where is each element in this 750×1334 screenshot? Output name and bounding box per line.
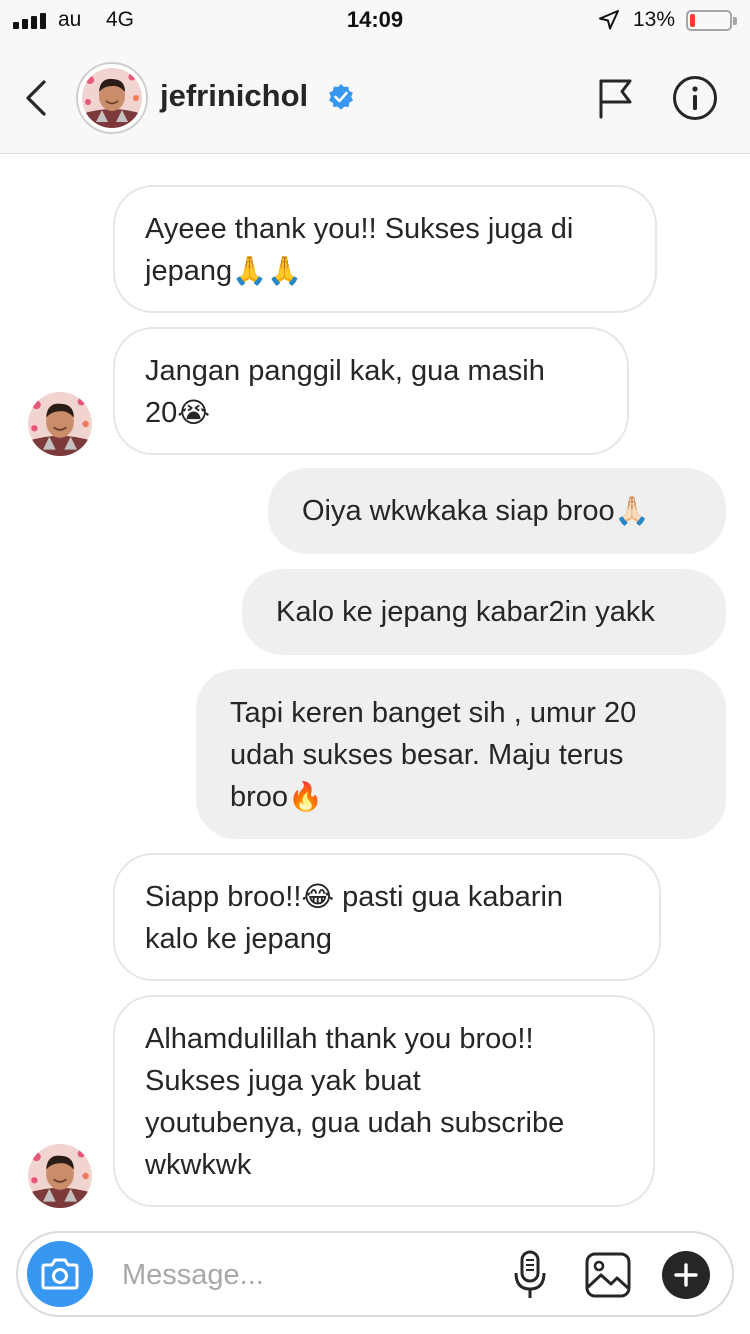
message-bubble[interactable]: Siapp broo!!😂 pasti gua kabarin kalo ke … (113, 853, 661, 981)
battery-percent: 13% (633, 8, 676, 31)
camera-button[interactable] (27, 1241, 93, 1307)
message-text: Jangan panggil kak, gua masih (145, 355, 545, 387)
chat-header: jefrinichol (0, 40, 750, 154)
message-bubble[interactable]: Ayeee thank you!! Sukses juga di jepang🙏… (113, 185, 657, 313)
message-bubble[interactable]: Alhamdulillah thank you broo!! Sukses ju… (113, 995, 655, 1207)
avatar-image (28, 1144, 92, 1208)
crying-emoji-icon: 😭 (177, 396, 210, 429)
message-text: Kalo ke jepang kabar2in yakk (276, 596, 655, 628)
message-bubble[interactable]: Jangan panggil kak, gua masih 20😭 (113, 327, 629, 455)
message-text: Ayeee thank you!! Sukses juga di (145, 213, 574, 245)
message-text: udah sukses besar. Maju terus (230, 739, 624, 771)
message-text: Tapi keren banget sih , umur 20 (230, 697, 637, 729)
chat-username[interactable]: jefrinichol (160, 78, 308, 114)
message-text: Siapp broo!! (145, 881, 302, 913)
message-text: Sukses juga yak buat (145, 1065, 421, 1097)
message-bubble[interactable]: Oiya wkwkaka siap broo🙏🏻 (268, 468, 726, 554)
message-text: kalo ke jepang (145, 923, 333, 955)
sender-avatar[interactable] (28, 392, 92, 456)
camera-icon (41, 1258, 79, 1290)
message-text: jepang (145, 255, 233, 287)
info-button[interactable] (672, 75, 718, 121)
message-text: pasti gua kabarin (334, 881, 564, 913)
microphone-button[interactable] (512, 1249, 548, 1301)
pray-emoji-icon: 🙏🏻 (614, 494, 650, 527)
sender-avatar[interactable] (28, 1144, 92, 1208)
battery-icon (686, 10, 737, 31)
header-avatar[interactable] (76, 62, 148, 134)
verified-badge-icon (329, 84, 353, 110)
add-button[interactable] (662, 1251, 710, 1299)
message-text: Alhamdulillah thank you broo!! (145, 1023, 534, 1055)
status-bar: au 4G 14:09 13% (0, 0, 750, 40)
laughing-emoji-icon: 😂 (301, 880, 335, 913)
avatar-image (82, 68, 142, 128)
plus-icon (674, 1263, 698, 1287)
message-text: youtubenya, gua udah subscribe (145, 1107, 565, 1139)
pray-emoji-icon: 🙏🙏 (232, 254, 302, 287)
battery-fill (690, 14, 695, 27)
message-text: 20 (145, 397, 178, 429)
flag-button[interactable] (596, 76, 636, 120)
message-text: Oiya wkwkaka siap broo (302, 495, 615, 527)
message-input[interactable] (122, 1255, 502, 1295)
message-bubble[interactable]: Tapi keren banget sih , umur 20 udah suk… (196, 669, 726, 839)
message-text: broo (230, 781, 289, 813)
avatar-image (28, 392, 92, 456)
message-bubble[interactable]: Kalo ke jepang kabar2in yakk (242, 569, 726, 655)
fire-emoji-icon: 🔥 (288, 780, 323, 813)
message-text: wkwkwk (145, 1149, 252, 1181)
message-composer (16, 1231, 734, 1317)
location-arrow-icon (599, 10, 619, 30)
back-button[interactable] (18, 76, 58, 120)
gallery-button[interactable] (584, 1251, 632, 1299)
